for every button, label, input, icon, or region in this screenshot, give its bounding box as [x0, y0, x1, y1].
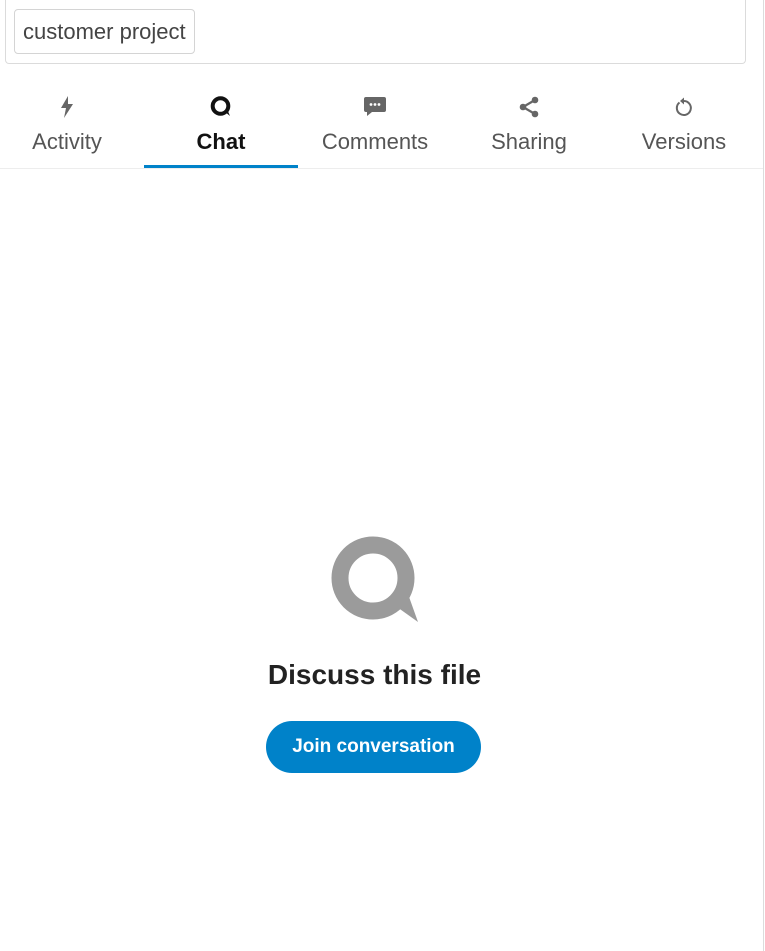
talk-bubble-icon — [330, 536, 420, 626]
tab-sharing[interactable]: Sharing — [452, 82, 606, 168]
share-icon — [452, 95, 606, 119]
tab-label: Chat — [196, 129, 246, 154]
empty-state: Discuss this file Join conversation — [0, 170, 749, 951]
tab-chat[interactable]: Chat — [144, 82, 298, 168]
talk-bubble-icon — [144, 95, 298, 119]
tab-bar: Activity Chat Comments Sharing Versions — [0, 82, 763, 169]
lightning-icon — [0, 95, 144, 119]
empty-state-title: Discuss this file — [267, 659, 482, 690]
tab-activity[interactable]: Activity — [0, 82, 144, 168]
join-conversation-button[interactable]: Join conversation — [266, 721, 481, 773]
sidebar: customer project Activity Chat Comments … — [0, 0, 764, 951]
comment-icon — [298, 95, 452, 119]
tag-chip[interactable]: customer project — [14, 9, 195, 54]
tab-label: Comments — [321, 129, 429, 154]
tags-box[interactable]: customer project — [5, 0, 746, 64]
tab-comments[interactable]: Comments — [298, 82, 452, 168]
restore-icon — [607, 95, 761, 119]
tab-label: Activity — [32, 129, 102, 154]
tab-versions[interactable]: Versions — [607, 82, 761, 168]
tab-label: Sharing — [491, 129, 567, 154]
tab-label: Versions — [641, 129, 727, 154]
